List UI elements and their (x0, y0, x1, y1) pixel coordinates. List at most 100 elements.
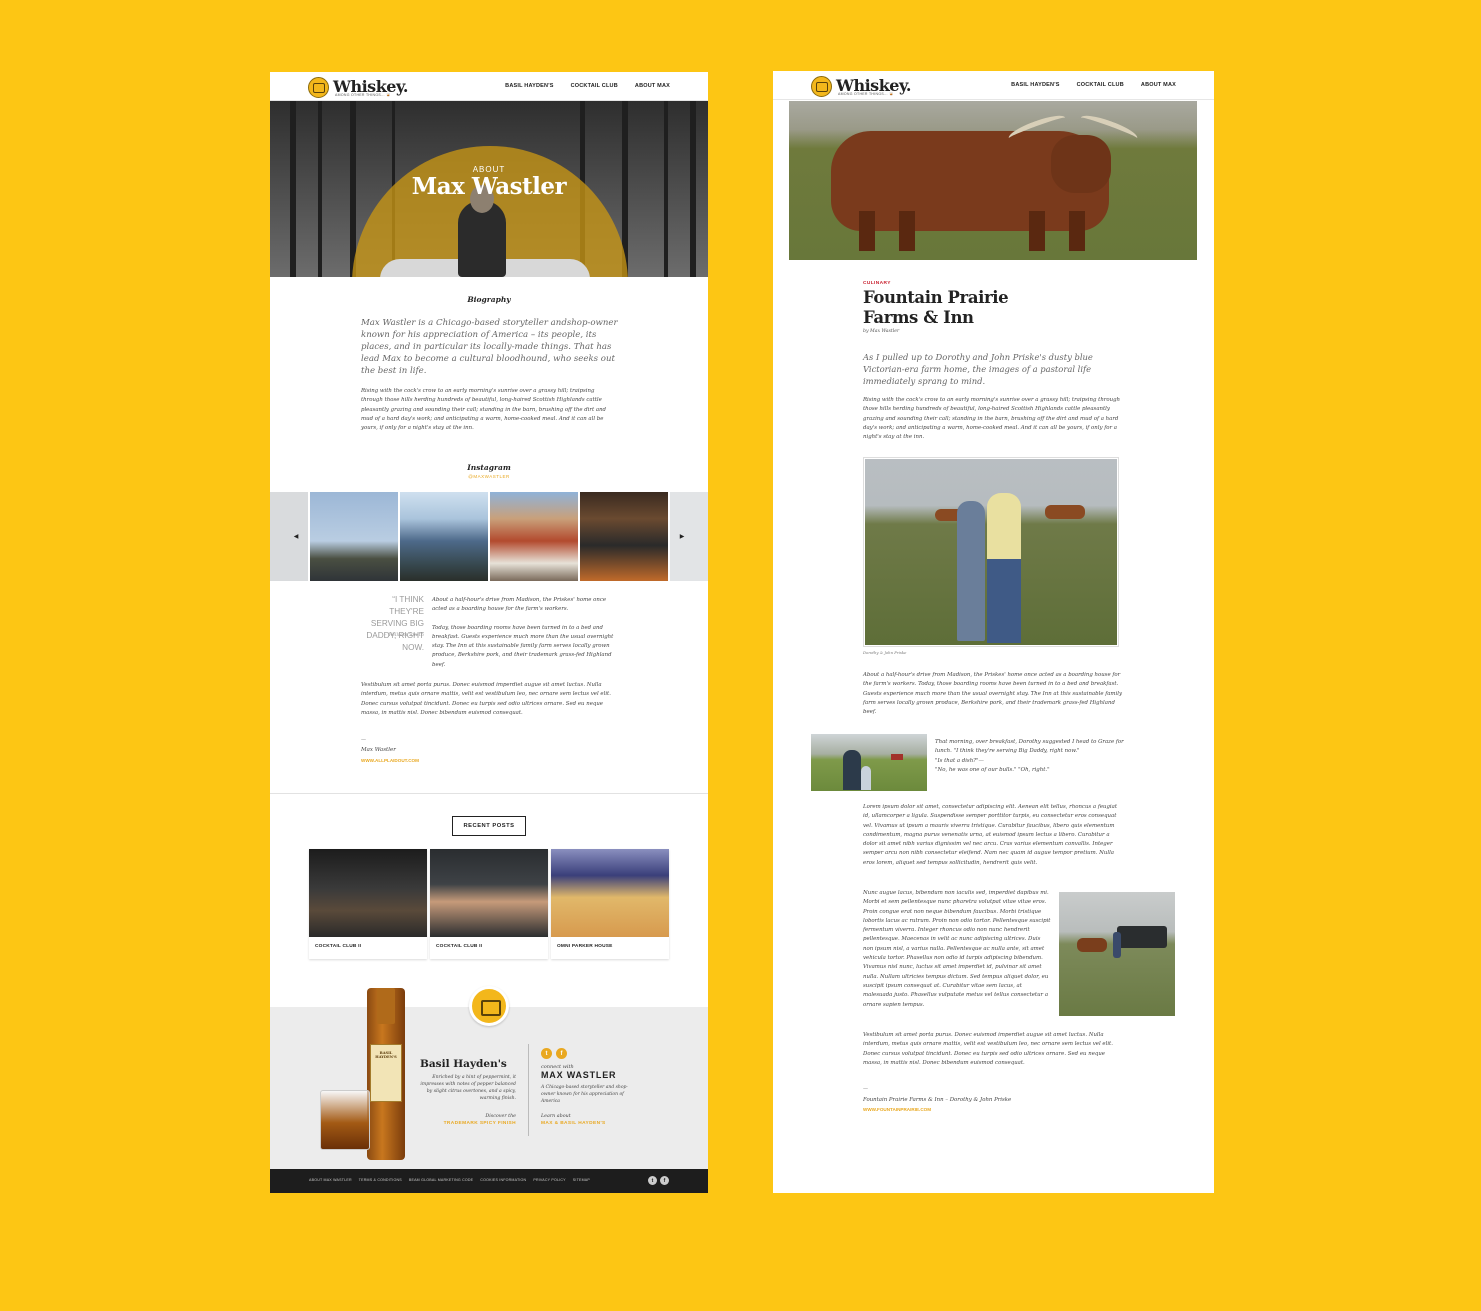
person-child (861, 766, 871, 790)
dialogue-line: "Is that a dish?"— (935, 757, 984, 764)
article-paragraph: Lorem ipsum dolor sit amet, consectetur … (863, 804, 1118, 866)
cow-leg (899, 211, 915, 251)
bottle-label-text: BASIL HAYDEN'S (375, 1051, 397, 1059)
instagram-photo[interactable] (490, 492, 578, 581)
category-tag[interactable]: CULINARY (863, 281, 891, 286)
article-paragraph: Rising with the cock's crow to an early … (863, 397, 1121, 441)
post-thumbnail (309, 849, 427, 937)
truck (1117, 926, 1167, 948)
field-thumbnail (811, 734, 927, 791)
recent-post-card[interactable]: COCKTAIL CLUB II (430, 849, 548, 959)
top-nav: Whiskey. AMONG OTHER THINGS... 🥃 BASIL H… (270, 72, 708, 101)
post-title: COCKTAIL CLUB II (436, 944, 483, 949)
connect-name: MAX WASTLER (541, 1070, 617, 1080)
signature-dash: — (863, 1086, 868, 1092)
site-footer: ABOUT MAX WASTLER TERMS & CONDITIONS BEA… (270, 1169, 708, 1193)
rocks-glass-image (320, 1090, 370, 1150)
barrel-icon (469, 986, 509, 1026)
hero-banner: ABOUT Max Wastler (270, 101, 708, 277)
dialogue-block: That morning, over breakfast, Dorothy su… (935, 738, 1125, 775)
carousel-prev-icon[interactable]: ◀ (290, 530, 302, 542)
learn-link[interactable]: MAX & BASIL HAYDEN'S (541, 1121, 606, 1126)
nav-basil-haydens[interactable]: BASIL HAYDEN'S (505, 83, 553, 89)
pull-quote: “I THINK THEY'RE SERVING BIG DADDY, RIGH… (366, 595, 424, 652)
top-nav: Whiskey. AMONG OTHER THINGS... 🥃 BASIL H… (773, 71, 1214, 100)
about-page-mockup: Whiskey. AMONG OTHER THINGS... 🥃 BASIL H… (270, 72, 708, 1193)
truck-photo (1059, 892, 1175, 1016)
recent-posts-button[interactable]: RECENT POSTS (452, 816, 526, 836)
article-link[interactable]: WWW.FOUNTAINPRAIRIE.COM (863, 1107, 931, 1112)
cattle (1045, 505, 1085, 519)
photo-image (865, 459, 1117, 645)
instagram-photo[interactable] (580, 492, 668, 581)
post-thumbnail (430, 849, 548, 937)
biography-heading: Biography (467, 295, 511, 304)
photo-caption: Dorothy & John Priske (863, 650, 907, 655)
footer-link[interactable]: SITEMAP (573, 1178, 590, 1182)
article-page-mockup: Whiskey. AMONG OTHER THINGS... 🥃 BASIL H… (773, 71, 1214, 1193)
twitter-icon[interactable]: t (648, 1176, 657, 1185)
cow-leg (859, 211, 875, 251)
nav-basil-haydens[interactable]: BASIL HAYDEN'S (1011, 82, 1059, 88)
signature-name: Max Wastler (361, 747, 396, 753)
footer-link[interactable]: COOKIES INFORMATION (480, 1178, 526, 1182)
instagram-carousel: ◀ ▶ (270, 492, 708, 582)
footer-link[interactable]: ABOUT MAX WASTLER (309, 1178, 352, 1182)
twitter-icon[interactable]: t (541, 1048, 552, 1059)
story-paragraph: Vestibulum sit amet porta purus. Donec e… (361, 682, 611, 716)
recent-post-card[interactable]: OMNI PARKER HOUSE (551, 849, 669, 959)
site-logo[interactable]: Whiskey. AMONG OTHER THINGS... 🥃 (811, 75, 911, 97)
signature-link[interactable]: WWW.ALLPLAIDOUT.COM (361, 758, 419, 763)
cow-leg (1029, 211, 1045, 251)
recent-post-card[interactable]: COCKTAIL CLUB II (309, 849, 427, 959)
signature-dash: — (361, 737, 366, 743)
post-title: OMNI PARKER HOUSE (557, 944, 613, 949)
priske-photo (863, 457, 1119, 647)
tractor (891, 754, 903, 760)
instagram-photo[interactable] (310, 492, 398, 581)
instagram-heading: Instagram (467, 463, 511, 472)
person-dorothy (957, 501, 985, 641)
promo-discover: Discover the (485, 1114, 516, 1119)
article-paragraph: Vestibulum sit amet porta purus. Donec e… (863, 1032, 1113, 1066)
facebook-icon[interactable]: f (556, 1048, 567, 1059)
dialogue-line: "No, he was one of our bulls." "Oh, righ… (935, 766, 1050, 773)
highland-cow-hero-image (789, 101, 1197, 260)
nav-cocktail-club[interactable]: COCKTAIL CLUB (571, 83, 618, 89)
post-thumbnail (551, 849, 669, 937)
promo-divider (528, 1044, 529, 1136)
article-paragraph: About a half-hour's drive from Madison, … (863, 672, 1123, 716)
section-divider (270, 793, 708, 794)
carousel-next-icon[interactable]: ▶ (676, 530, 688, 542)
story-paragraph: Today, those boarding rooms have been tu… (432, 624, 614, 668)
hero-title: Max Wastler (411, 173, 567, 200)
footer-link[interactable]: BEAM GLOBAL MARKETING CODE (409, 1178, 473, 1182)
article-byline: by Max Wastler (863, 329, 900, 334)
person-adult (843, 750, 861, 790)
story-paragraph: About a half-hour's drive from Madison, … (432, 597, 607, 613)
instagram-photo[interactable] (270, 492, 308, 581)
site-logo[interactable]: Whiskey. AMONG OTHER THINGS... 🥃 (308, 76, 408, 98)
footer-link[interactable]: PRIVACY POLICY (533, 1178, 565, 1182)
barrel-icon (308, 76, 329, 98)
post-title: COCKTAIL CLUB II (315, 944, 362, 949)
connect-description: A Chicago-based storyteller and shop-own… (541, 1085, 628, 1104)
article-title: Fountain Prairie Farms & Inn (863, 288, 1009, 327)
bottle-label: BASIL HAYDEN'S (370, 1044, 402, 1102)
nav-about-max[interactable]: ABOUT MAX (1141, 82, 1176, 88)
dialogue-line: That morning, over breakfast, Dorothy su… (935, 739, 1124, 755)
promo-title: Basil Hayden's (420, 1058, 507, 1070)
nav-about-max[interactable]: ABOUT MAX (635, 83, 670, 89)
cow-head (1051, 135, 1111, 193)
cow-leg (1069, 211, 1085, 251)
spicy-finish-link[interactable]: TRADEMARK SPICY FINISH (420, 1121, 516, 1126)
article-paragraph: Nunc augue lacus, bibendum non iaculis s… (863, 890, 1051, 1008)
facebook-icon[interactable]: f (660, 1176, 669, 1185)
barrel-icon (811, 75, 832, 97)
instagram-handle[interactable]: @MAXWASTLER (270, 474, 708, 479)
logo-tagline: AMONG OTHER THINGS... 🥃 (335, 93, 391, 97)
nav-cocktail-club[interactable]: COCKTAIL CLUB (1077, 82, 1124, 88)
footer-link[interactable]: TERMS & CONDITIONS (359, 1178, 402, 1182)
instagram-photo[interactable] (400, 492, 488, 581)
bottle-neck (377, 988, 395, 1024)
